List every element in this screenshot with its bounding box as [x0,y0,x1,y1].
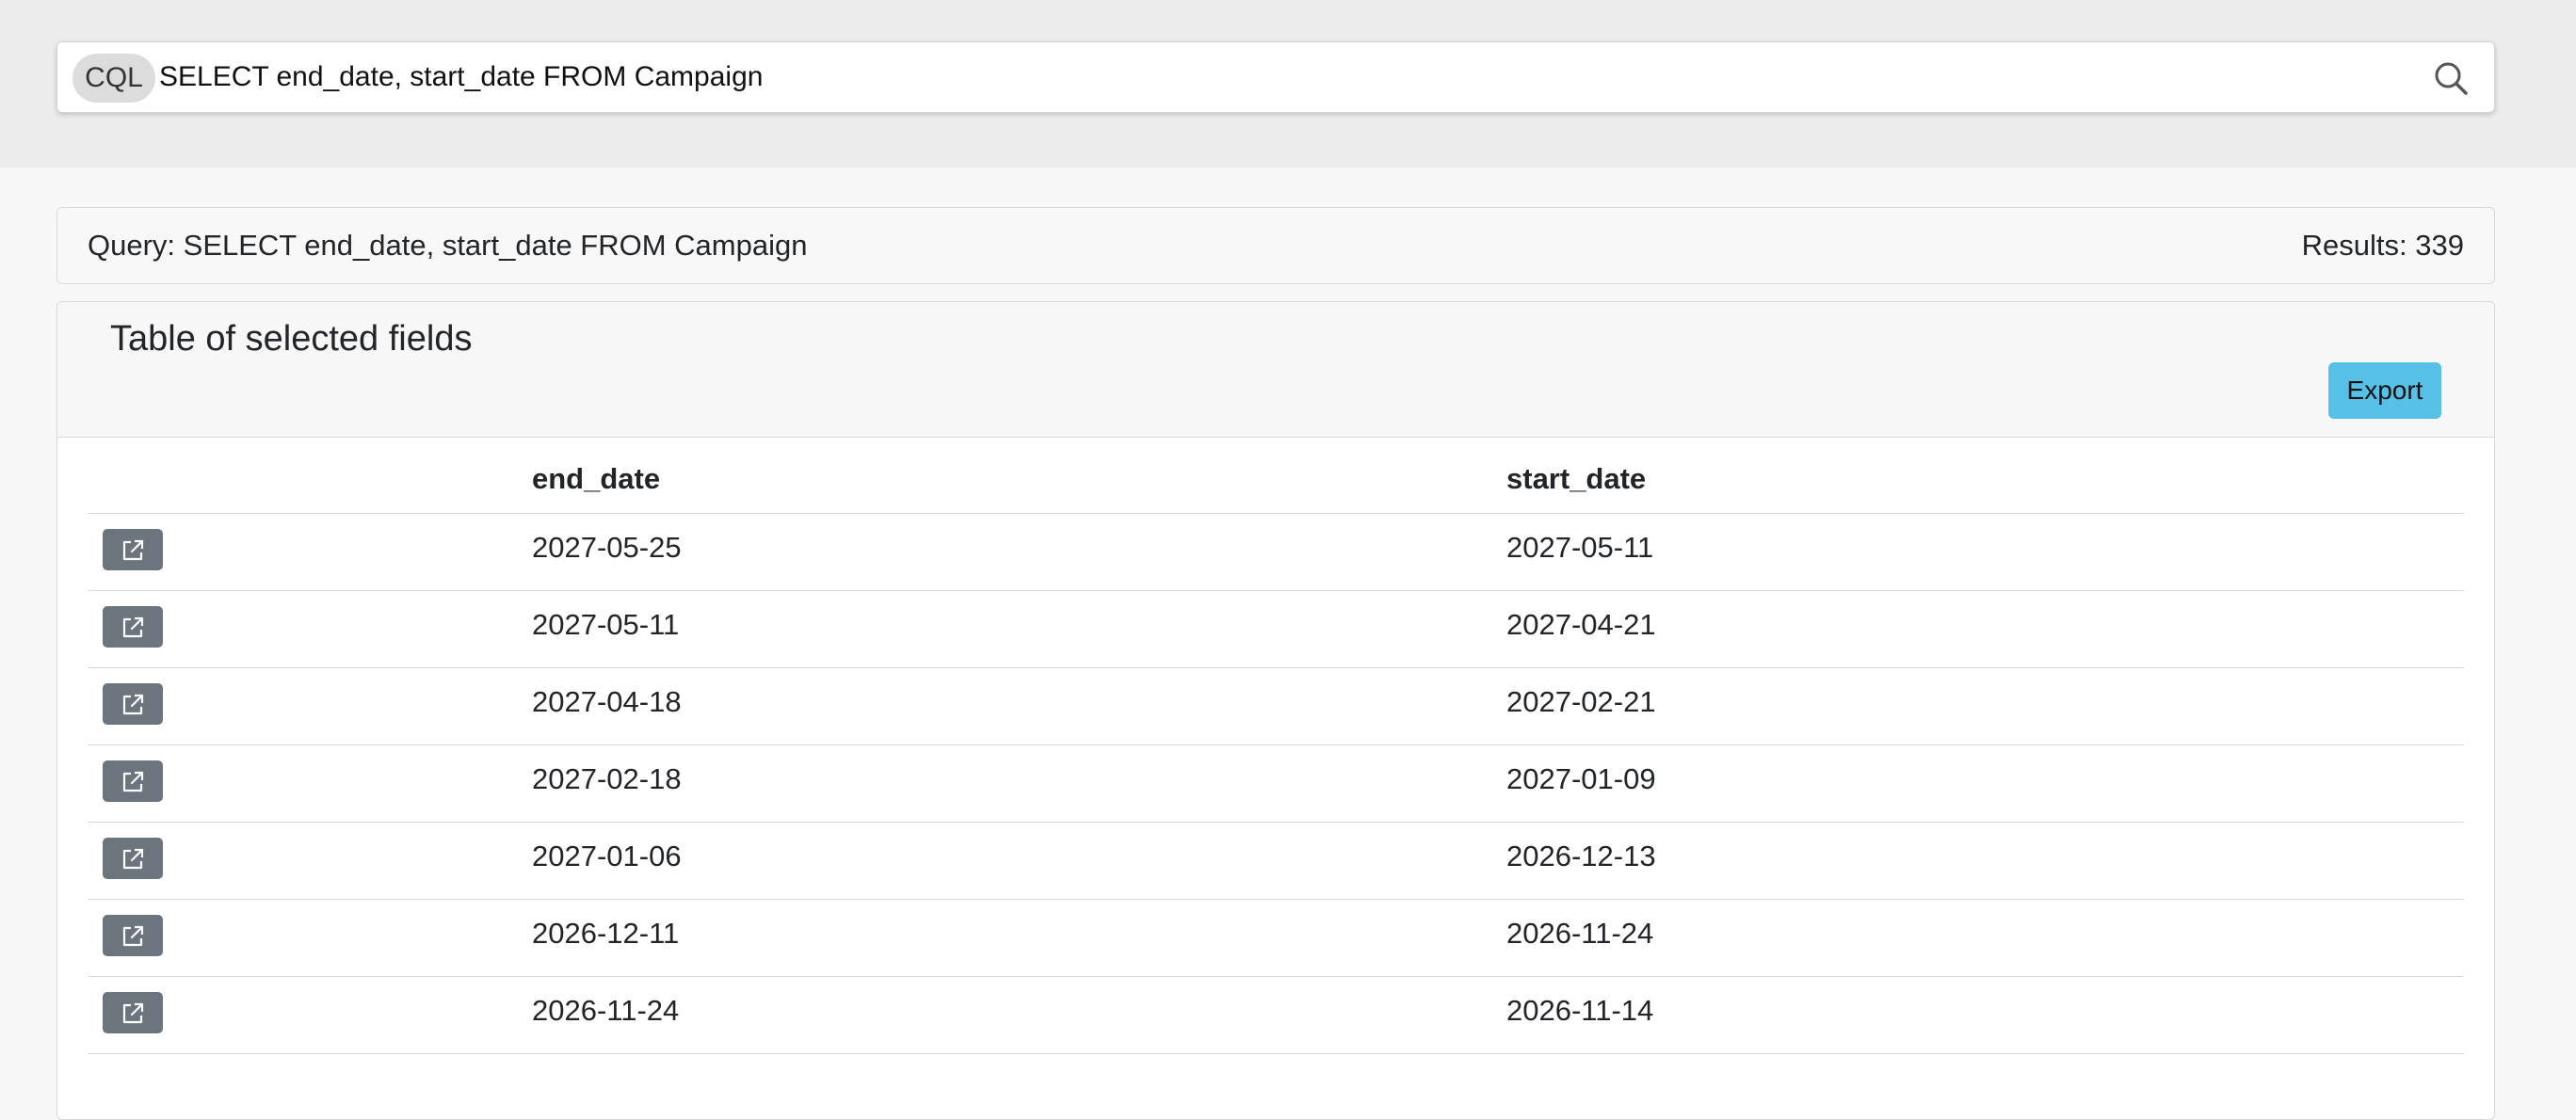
cell-start-date: 2027-02-21 [1506,667,2464,745]
results-count: Results: 339 [2301,229,2464,262]
results-table-card: Table of selected fields Export end_date… [56,301,2495,1120]
start-date-value: 2027-02-21 [1506,685,1656,718]
table-row: 2027-04-18 2027-02-21 [88,667,2464,745]
query-label: Query: SELECT end_date, start_date FROM … [88,229,808,262]
table-row: 2027-05-25 2027-05-11 [88,513,2464,591]
end-date-value: 2027-02-18 [532,762,682,795]
open-record-button[interactable] [103,529,163,570]
search-area: CQL [0,0,2576,168]
table-body: 2027-05-25 2027-05-11 2027-05-11 2027-04-21… [88,513,2464,1054]
cell-start-date: 2027-04-21 [1506,590,2464,668]
card-header: Table of selected fields Export [57,302,2494,438]
search-icon[interactable] [2432,59,2470,97]
start-date-value: 2027-01-09 [1506,762,1656,795]
search-input[interactable] [159,50,2400,104]
open-record-button[interactable] [103,683,163,725]
cell-start-date: 2026-11-24 [1506,899,2464,977]
table-wrapper: end_date start_date 2027-05-25 2027-05-11… [88,462,2464,1054]
row-action-cell [88,976,532,1054]
start-date-value: 2027-04-21 [1506,608,1656,641]
start-date-value: 2027-05-11 [1506,531,1654,564]
card-title: Table of selected fields [110,319,473,359]
open-record-button[interactable] [103,760,163,802]
column-header-end-date[interactable]: end_date [532,462,1506,514]
search-bar[interactable]: CQL [56,41,2495,113]
row-action-cell [88,667,532,745]
cell-start-date: 2027-05-11 [1506,513,2464,591]
table-row: 2027-05-11 2027-04-21 [88,590,2464,668]
open-record-button[interactable] [103,838,163,879]
cell-end-date: 2027-01-06 [532,822,1506,900]
table-row: 2026-12-11 2026-11-24 [88,899,2464,977]
row-action-cell [88,590,532,668]
column-header-start-date[interactable]: start_date [1506,462,2464,514]
table-row: 2027-02-18 2027-01-09 [88,744,2464,823]
cell-end-date: 2027-05-25 [532,513,1506,591]
cell-end-date: 2026-11-24 [532,976,1506,1054]
end-date-value: 2027-05-25 [532,531,682,564]
open-record-button[interactable] [103,992,163,1033]
export-button[interactable]: Export [2328,362,2441,419]
cell-start-date: 2027-01-09 [1506,744,2464,823]
cell-start-date: 2026-11-14 [1506,976,2464,1054]
cell-start-date: 2026-12-13 [1506,822,2464,900]
row-action-cell [88,513,532,591]
column-header-link [88,462,532,514]
query-summary-bar: Query: SELECT end_date, start_date FROM … [56,207,2495,284]
end-date-value: 2026-12-11 [532,917,680,950]
open-record-button[interactable] [103,915,163,956]
table-header-row: end_date start_date [88,462,2464,514]
start-date-value: 2026-12-13 [1506,840,1656,872]
end-date-value: 2027-05-11 [532,608,680,641]
row-action-cell [88,744,532,823]
cell-end-date: 2026-12-11 [532,899,1506,977]
results-table: end_date start_date 2027-05-25 2027-05-11… [88,462,2464,1054]
start-date-value: 2026-11-14 [1506,994,1654,1027]
cql-badge[interactable]: CQL [72,54,155,103]
row-action-cell [88,899,532,977]
end-date-value: 2026-11-24 [532,994,680,1027]
end-date-value: 2027-01-06 [532,840,682,872]
cell-end-date: 2027-02-18 [532,744,1506,823]
end-date-value: 2027-04-18 [532,685,682,718]
cell-end-date: 2027-04-18 [532,667,1506,745]
table-row: 2026-11-24 2026-11-14 [88,976,2464,1054]
table-row: 2027-01-06 2026-12-13 [88,822,2464,900]
cell-end-date: 2027-05-11 [532,590,1506,668]
open-record-button[interactable] [103,606,163,648]
row-action-cell [88,822,532,900]
start-date-value: 2026-11-24 [1506,917,1654,950]
